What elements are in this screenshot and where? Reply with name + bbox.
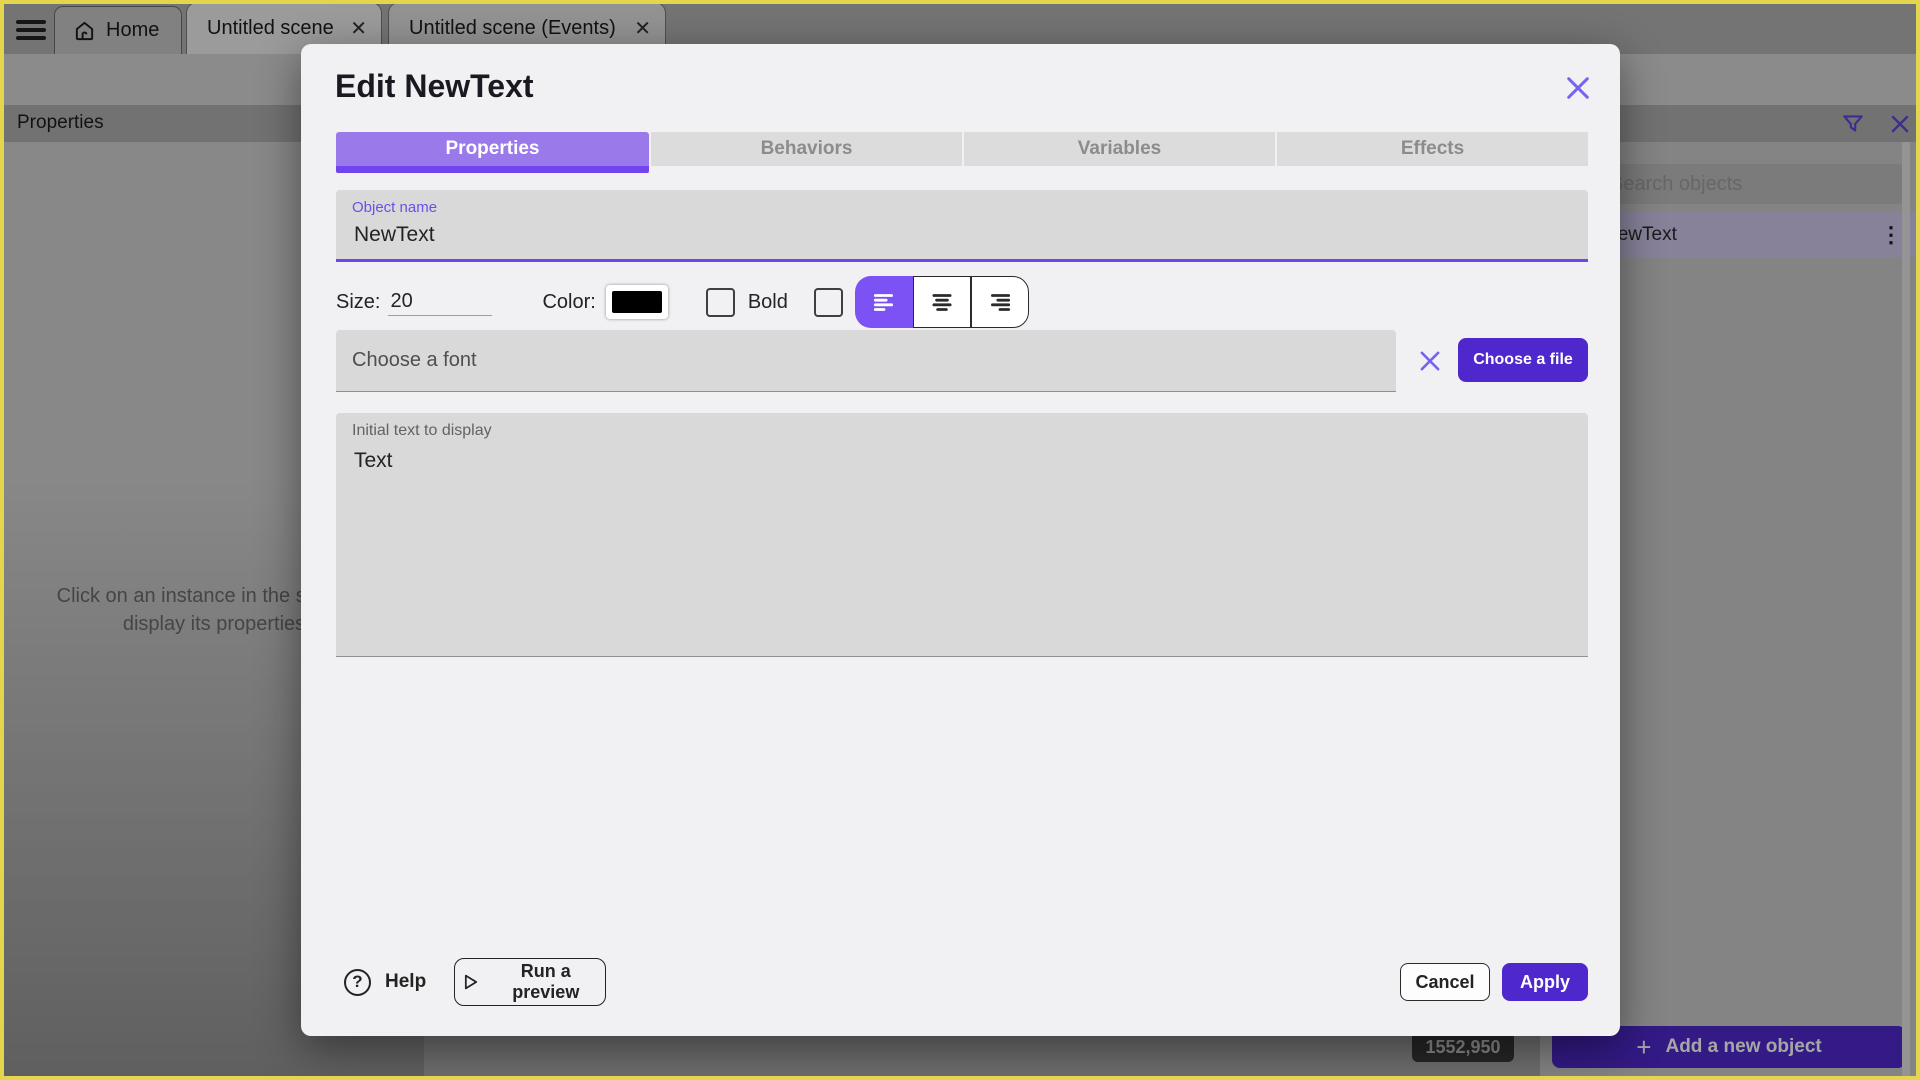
- clear-font-icon[interactable]: [1416, 347, 1444, 375]
- align-center-button[interactable]: [913, 276, 971, 328]
- color-label: Color:: [542, 290, 596, 313]
- app-window: Home Untitled scene ✕ Untitled scene (Ev…: [0, 0, 1920, 1080]
- tab-variables[interactable]: Variables: [962, 132, 1275, 166]
- bold-checkbox[interactable]: [705, 287, 735, 317]
- text-style-row: Size: Color: Bold Italic: [336, 276, 1588, 328]
- font-field-value: Choose a font: [352, 349, 477, 371]
- help-icon[interactable]: ?: [344, 968, 371, 996]
- initial-text-textarea[interactable]: Text: [352, 447, 1566, 647]
- color-swatch: [611, 291, 662, 313]
- object-name-field-label: Object name: [352, 199, 438, 216]
- dialog-title: Edit NewText: [335, 68, 534, 104]
- align-right-button[interactable]: [971, 276, 1029, 328]
- color-picker[interactable]: [605, 285, 668, 319]
- initial-text-field[interactable]: Initial text to display Text: [336, 413, 1588, 657]
- initial-text-label: Initial text to display: [352, 422, 492, 439]
- edit-object-dialog: Edit NewText Properties Behaviors Variab…: [301, 44, 1620, 1036]
- cancel-button[interactable]: Cancel: [1400, 963, 1490, 1001]
- tab-behaviors[interactable]: Behaviors: [649, 132, 962, 166]
- italic-checkbox[interactable]: [813, 287, 843, 317]
- object-name-input[interactable]: [352, 222, 1456, 248]
- choose-file-button[interactable]: Choose a file: [1458, 338, 1588, 382]
- help-label[interactable]: Help: [385, 971, 426, 993]
- close-dialog-icon[interactable]: [1562, 72, 1594, 104]
- run-preview-button[interactable]: Run a preview: [454, 958, 607, 1006]
- align-left-button[interactable]: [855, 276, 913, 328]
- size-label: Size:: [336, 290, 381, 313]
- object-name-field[interactable]: Object name: [336, 190, 1588, 262]
- tab-effects[interactable]: Effects: [1275, 132, 1588, 166]
- bold-label: Bold: [747, 290, 788, 313]
- dialog-tab-bar: Properties Behaviors Variables Effects: [336, 132, 1588, 173]
- font-field[interactable]: Choose a font: [336, 330, 1396, 392]
- apply-button[interactable]: Apply: [1502, 963, 1588, 1001]
- tab-properties[interactable]: Properties: [336, 132, 649, 173]
- font-row: Choose a font Choose a file: [336, 330, 1588, 392]
- dialog-footer: ? Help Run a preview Cancel Apply: [336, 958, 1588, 1006]
- text-alignment-group: [855, 276, 1029, 328]
- size-input[interactable]: [388, 288, 493, 316]
